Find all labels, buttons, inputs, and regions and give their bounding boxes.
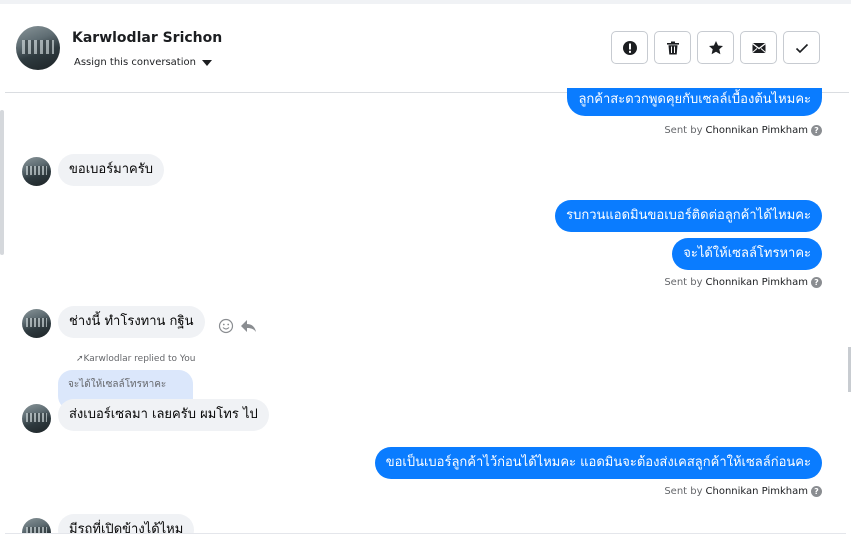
contact-avatar-small	[22, 309, 51, 338]
composer-edge	[5, 533, 846, 547]
star-icon	[708, 40, 723, 54]
sent-by-agent: Chonnikan Pimkham	[705, 486, 808, 497]
contact-name[interactable]: Karwlodlar Srichon	[72, 30, 222, 46]
trash-icon	[666, 41, 679, 54]
message-bubble-incoming[interactable]: ขอเบอร์มาครับ	[58, 154, 164, 186]
reply-indicator: ➚Karwlodlar replied to You	[76, 354, 195, 364]
message-bubble-outgoing[interactable]: ขอเป็นเบอร์ลูกค้าไว้ก่อนได้ไหมคะ แอดมินจ…	[374, 447, 822, 479]
message-bubble-incoming[interactable]: ช่างนี้ ทำโรงทาน กฐิน	[58, 306, 205, 338]
mark-done-button[interactable]	[783, 31, 820, 64]
sent-by-label: Sent by Chonnikan Pimkham ?	[664, 486, 822, 497]
message-bubble-outgoing[interactable]: ลูกค้าสะดวกพูดคุยกับเซลล์เบื้องต้นไหมคะ	[567, 88, 822, 116]
envelope-icon	[751, 42, 766, 53]
help-icon[interactable]: ?	[811, 277, 822, 288]
message-actions	[218, 318, 257, 334]
sent-by-agent: Chonnikan Pimkham	[705, 277, 808, 288]
delete-button[interactable]	[654, 31, 691, 64]
conversation-panel: Karwlodlar Srichon Assign this conversat…	[0, 0, 851, 547]
help-icon[interactable]: ?	[811, 125, 822, 136]
conversation-header: Karwlodlar Srichon Assign this conversat…	[5, 4, 849, 93]
reply-label: Karwlodlar replied to You	[83, 354, 196, 364]
sent-by-prefix: Sent by	[664, 125, 703, 136]
message-bubble-incoming[interactable]: ส่งเบอร์เซลมา เลยครับ ผมโทร ไป	[58, 399, 269, 431]
message-bubble-outgoing[interactable]: จะได้ให้เซลล์โทรหาคะ	[672, 238, 822, 270]
contact-avatar-small	[22, 404, 51, 433]
contact-avatar[interactable]	[16, 26, 60, 70]
sent-by-prefix: Sent by	[664, 277, 703, 288]
check-icon	[795, 43, 808, 53]
sent-by-prefix: Sent by	[664, 486, 703, 497]
sent-by-agent: Chonnikan Pimkham	[705, 125, 808, 136]
message-bubble-outgoing[interactable]: รบกวนแอดมินขอเบอร์ติดต่อลูกค้าได้ไหมคะ	[555, 200, 822, 232]
header-actions	[611, 31, 820, 64]
left-scrollbar[interactable]	[0, 110, 4, 255]
help-icon[interactable]: ?	[811, 486, 822, 497]
emoji-react-icon[interactable]	[218, 318, 234, 334]
mark-spam-button[interactable]	[611, 31, 648, 64]
reply-arrow-icon: ➚	[76, 354, 84, 364]
sent-by-label: Sent by Chonnikan Pimkham ?	[664, 277, 822, 288]
sent-by-label: Sent by Chonnikan Pimkham ?	[664, 125, 822, 136]
contact-avatar-small	[22, 157, 51, 186]
caret-down-icon	[201, 59, 212, 66]
reply-icon[interactable]	[240, 318, 257, 334]
alert-icon	[622, 40, 637, 55]
assign-conversation-dropdown[interactable]: Assign this conversation	[74, 57, 212, 68]
assign-label: Assign this conversation	[74, 57, 196, 68]
star-button[interactable]	[697, 31, 734, 64]
mark-unread-button[interactable]	[740, 31, 777, 64]
